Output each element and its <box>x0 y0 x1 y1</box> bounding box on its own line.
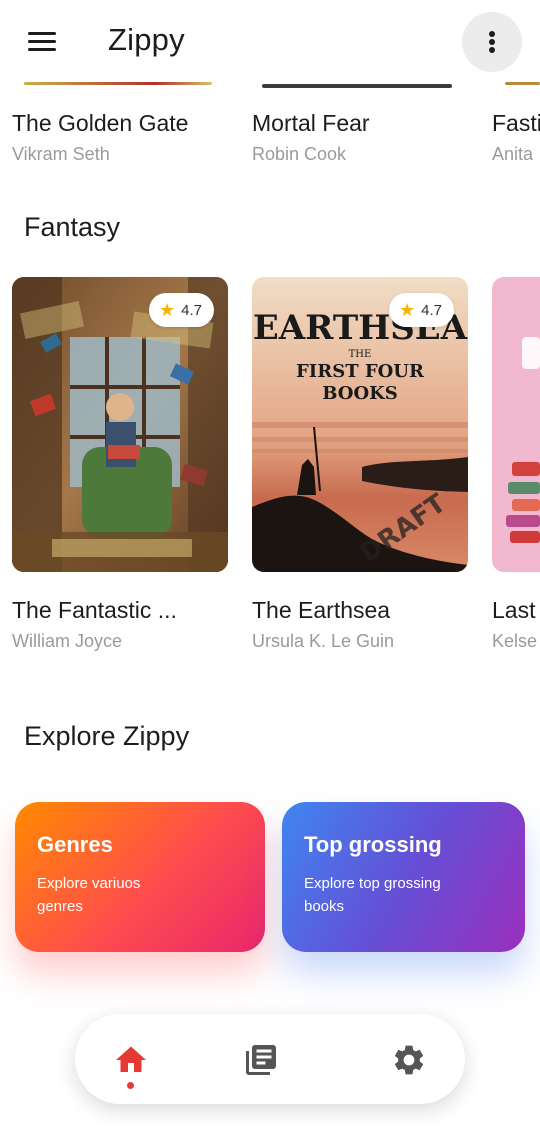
genres-card[interactable]: Genres Explore variuos genres <box>15 802 265 952</box>
book-cover-edge[interactable] <box>505 82 540 85</box>
book-title[interactable]: Last <box>492 597 540 624</box>
card-title: Top grossing <box>304 832 442 857</box>
more-vert-icon <box>489 31 495 37</box>
rating-value: 4.7 <box>421 301 442 319</box>
card-title: Genres <box>37 832 113 857</box>
library-books-icon <box>246 1045 276 1075</box>
book-title[interactable]: The Fantastic ... <box>12 597 242 624</box>
rating-badge: ★ 4.7 <box>389 293 454 327</box>
book-author: William Joyce <box>12 631 123 651</box>
book-author: Kelse <box>492 631 538 651</box>
book-cover-edge[interactable] <box>24 82 212 85</box>
app-bar: Zippy <box>0 0 540 82</box>
bottom-nav <box>75 1014 465 1104</box>
more-options-button[interactable] <box>462 12 522 72</box>
book-cover-edge[interactable] <box>262 84 452 88</box>
section-title-fantasy: Fantasy <box>24 212 121 242</box>
book-author: Ursula K. Le Guin <box>252 631 395 651</box>
book-title[interactable]: Fasti <box>492 110 540 137</box>
book-cover[interactable]: ★ 4.7 <box>12 277 228 572</box>
nav-library[interactable] <box>243 1042 279 1078</box>
star-icon: ★ <box>159 300 176 320</box>
cover-subtitle: FIRST FOUR <box>296 361 425 382</box>
book-cover[interactable]: EARTHSEA THE FIRST FOUR BOOKS DRAFT ★ 4.… <box>252 277 468 572</box>
home-icon <box>116 1046 146 1072</box>
section-title-explore: Explore Zippy <box>24 721 190 751</box>
book-cover-art <box>492 277 540 572</box>
book-author: Robin Cook <box>252 144 347 164</box>
book-cover[interactable] <box>492 277 540 572</box>
cover-subtitle: THE <box>349 349 372 360</box>
book-title[interactable]: The Golden Gate <box>12 110 232 137</box>
active-indicator <box>127 1082 134 1089</box>
star-icon: ★ <box>399 300 416 320</box>
rating-badge: ★ 4.7 <box>149 293 214 327</box>
card-description: Explore variuos genres <box>37 875 141 915</box>
nav-settings[interactable] <box>391 1042 427 1078</box>
nav-home[interactable] <box>113 1042 149 1078</box>
top-grossing-card[interactable]: Top grossing Explore top grossing books <box>282 802 525 952</box>
menu-button[interactable] <box>22 24 62 60</box>
card-description: Explore top grossing books <box>304 875 441 915</box>
app-title: Zippy <box>108 22 185 57</box>
cover-subtitle: BOOKS <box>322 383 398 404</box>
rating-value: 4.7 <box>181 301 202 319</box>
gear-icon <box>394 1045 424 1075</box>
book-title[interactable]: Mortal Fear <box>252 110 472 137</box>
hamburger-icon <box>28 32 56 35</box>
book-title[interactable]: The Earthsea <box>252 597 482 624</box>
book-author: Anita <box>492 144 534 164</box>
book-author: Vikram Seth <box>12 144 110 164</box>
